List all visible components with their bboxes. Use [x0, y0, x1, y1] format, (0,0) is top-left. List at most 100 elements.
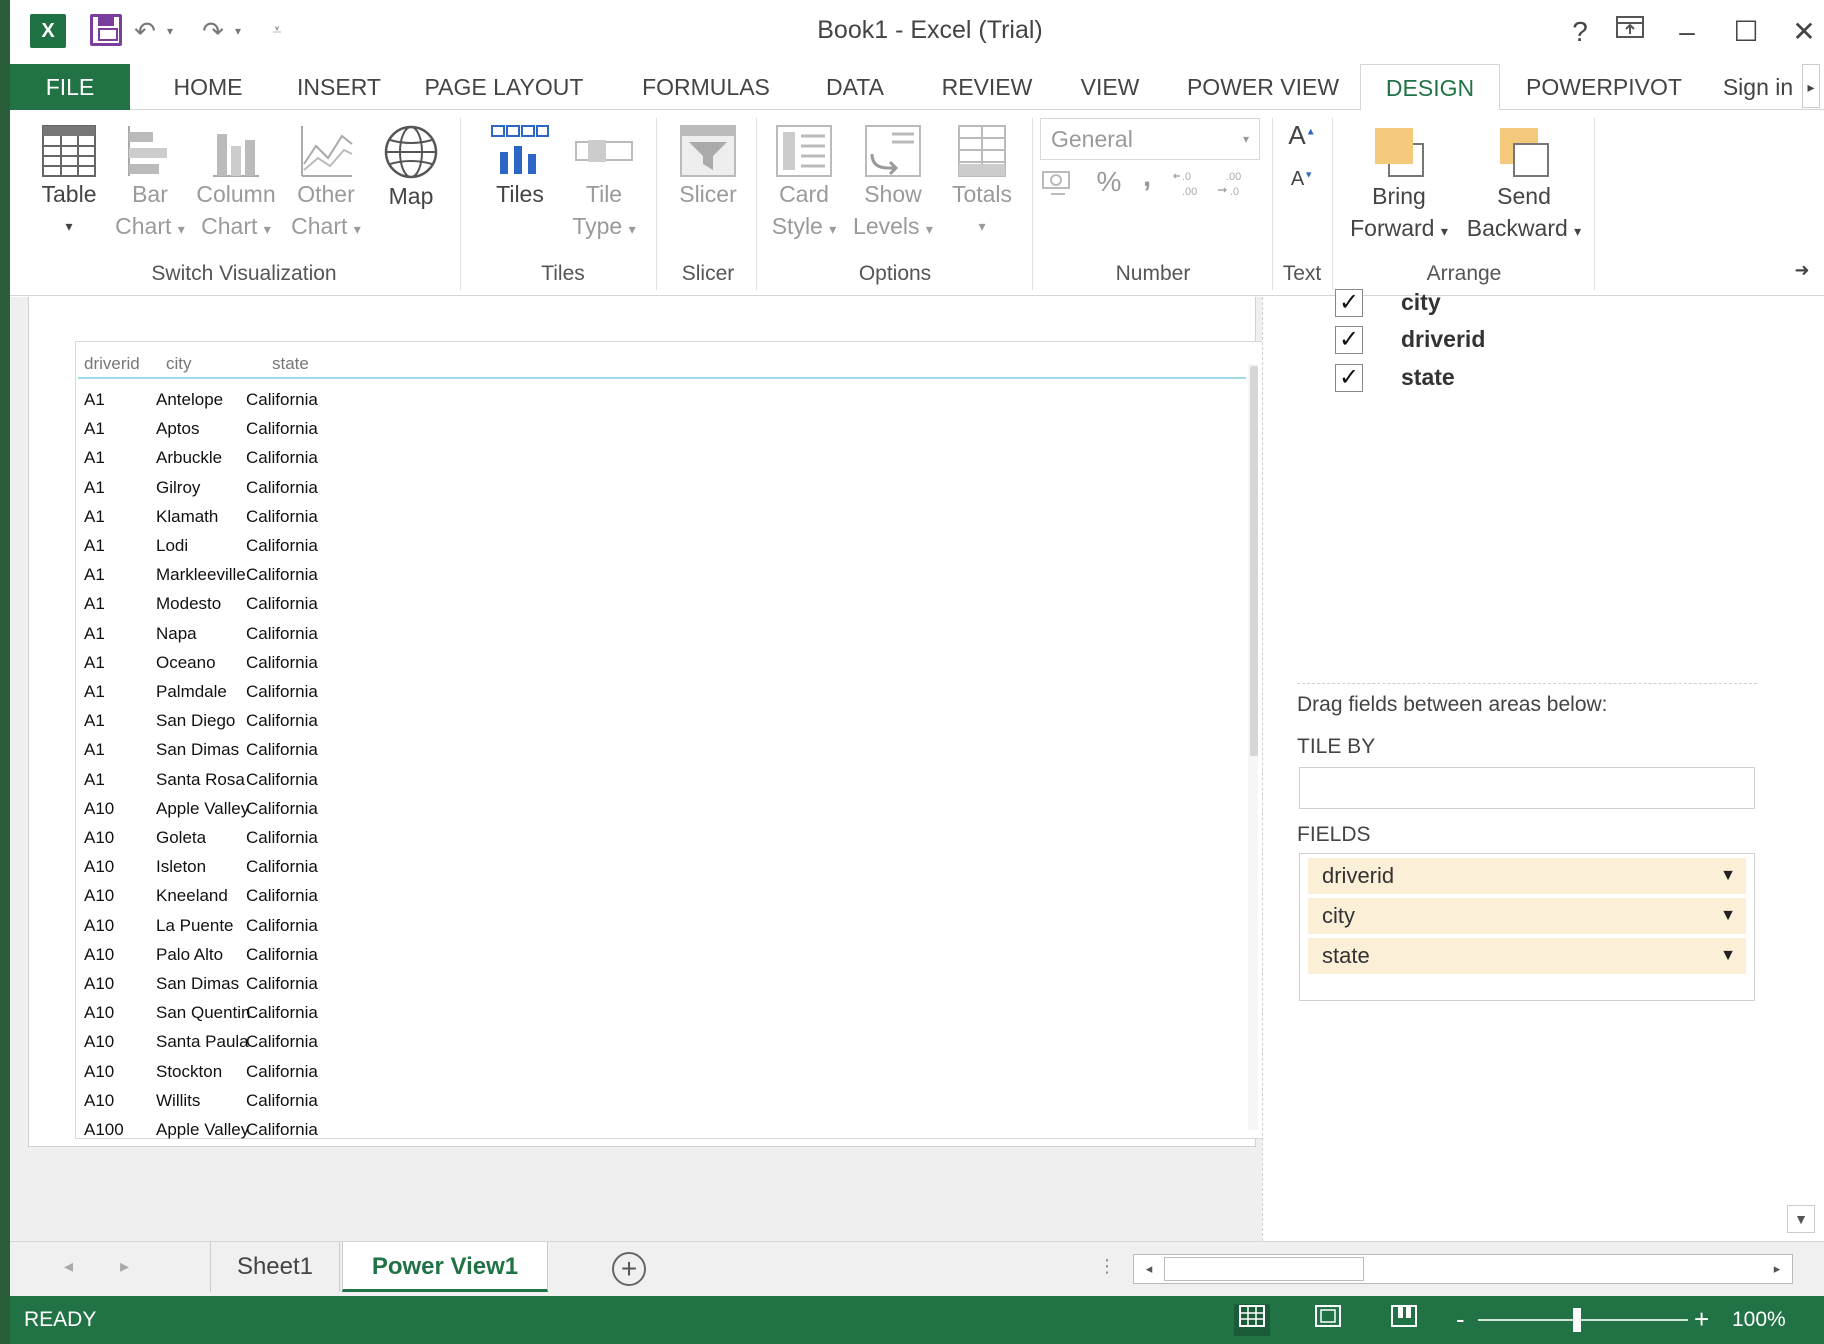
comma-button[interactable]: ,	[1134, 160, 1160, 194]
table-cell-city[interactable]: Stockton	[156, 1062, 222, 1082]
checkbox-checked-icon[interactable]: ✓	[1335, 364, 1363, 392]
table-cell-driverid[interactable]: A10	[84, 886, 114, 906]
horizontal-scrollbar[interactable]: ◂ ▸	[1133, 1254, 1793, 1284]
help-button[interactable]: ?	[1558, 14, 1602, 50]
dropdown-arrow-icon[interactable]: ▼	[1720, 898, 1736, 934]
table-cell-city[interactable]: Palo Alto	[156, 945, 223, 965]
totals-button[interactable]: Totals ▾	[940, 124, 1024, 242]
table-cell-driverid[interactable]: A1	[84, 624, 105, 644]
table-cell-driverid[interactable]: A10	[84, 1091, 114, 1111]
zoom-slider-thumb[interactable]	[1573, 1308, 1581, 1332]
pane-scroll-down-icon[interactable]: ▼	[1787, 1205, 1815, 1233]
zoom-out-button[interactable]: -	[1456, 1304, 1465, 1335]
table-cell-state[interactable]: California	[246, 974, 318, 994]
table-cell-driverid[interactable]: A1	[84, 536, 105, 556]
minimize-button[interactable]: –	[1665, 14, 1709, 50]
scroll-sheets-left-icon[interactable]: ◂	[64, 1256, 73, 1277]
table-cell-state[interactable]: California	[246, 828, 318, 848]
undo-dropdown-icon[interactable]: ▾	[160, 14, 180, 48]
table-cell-driverid[interactable]: A10	[84, 974, 114, 994]
zoom-in-button[interactable]: +	[1694, 1304, 1709, 1335]
table-cell-city[interactable]: La Puente	[156, 916, 234, 936]
table-cell-city[interactable]: San Quentin	[156, 1003, 251, 1023]
table-cell-driverid[interactable]: A1	[84, 507, 105, 527]
table-cell-state[interactable]: California	[246, 507, 318, 527]
table-cell-city[interactable]: Oceano	[156, 653, 216, 673]
card-style-button[interactable]: Card Style ▾	[762, 124, 846, 245]
table-cell-state[interactable]: California	[246, 886, 318, 906]
table-cell-driverid[interactable]: A1	[84, 478, 105, 498]
table-cell-state[interactable]: California	[246, 711, 318, 731]
add-sheet-button[interactable]: +	[612, 1252, 646, 1286]
table-cell-state[interactable]: California	[246, 1120, 318, 1140]
table-cell-driverid[interactable]: A1	[84, 682, 105, 702]
redo-dropdown-icon[interactable]: ▾	[228, 14, 248, 48]
table-cell-city[interactable]: Apple Valley	[156, 799, 249, 819]
tab-review[interactable]: REVIEW	[930, 64, 1044, 110]
table-cell-city[interactable]: Napa	[156, 624, 197, 644]
scroll-right-icon[interactable]: ▸	[1764, 1257, 1790, 1281]
table-cell-driverid[interactable]: A10	[84, 916, 114, 936]
column-header-city[interactable]: city	[166, 354, 192, 374]
tab-split-handle-icon[interactable]: ⋮	[1098, 1256, 1116, 1277]
table-cell-driverid[interactable]: A1	[84, 740, 105, 760]
table-cell-state[interactable]: California	[246, 1032, 318, 1052]
table-cell-driverid[interactable]: A1	[84, 565, 105, 585]
close-button[interactable]: ✕	[1782, 14, 1824, 50]
table-cell-city[interactable]: Goleta	[156, 828, 206, 848]
table-cell-driverid[interactable]: A1	[84, 594, 105, 614]
table-cell-city[interactable]: San Diego	[156, 711, 235, 731]
undo-icon[interactable]: ↶	[128, 14, 162, 48]
table-cell-driverid[interactable]: A1	[84, 448, 105, 468]
tab-data[interactable]: DATA	[810, 64, 900, 110]
column-header-state[interactable]: state	[272, 354, 309, 374]
horizontal-scrollbar-thumb[interactable]	[1164, 1257, 1364, 1281]
table-button[interactable]: Table ▾	[24, 124, 114, 242]
table-cell-city[interactable]: Modesto	[156, 594, 221, 614]
table-cell-state[interactable]: California	[246, 857, 318, 877]
tile-by-drop-zone[interactable]	[1299, 767, 1755, 809]
tab-insert[interactable]: INSERT	[280, 64, 398, 110]
table-cell-city[interactable]: Santa Paula	[156, 1032, 249, 1052]
checkbox-checked-icon[interactable]: ✓	[1335, 289, 1363, 317]
table-cell-city[interactable]: Klamath	[156, 507, 218, 527]
send-backward-button[interactable]: Send Backward ▾	[1456, 124, 1592, 247]
page-layout-view-button[interactable]	[1310, 1304, 1346, 1336]
table-cell-state[interactable]: California	[246, 945, 318, 965]
table-cell-state[interactable]: California	[246, 799, 318, 819]
table-cell-driverid[interactable]: A10	[84, 857, 114, 877]
tab-home[interactable]: HOME	[150, 64, 266, 110]
table-scrollbar-thumb[interactable]	[1250, 366, 1258, 756]
tab-file[interactable]: FILE	[10, 64, 130, 110]
tab-formulas[interactable]: FORMULAS	[626, 64, 786, 110]
table-cell-driverid[interactable]: A10	[84, 1032, 114, 1052]
sheet-tab-power-view1[interactable]: Power View1	[342, 1242, 548, 1292]
tab-scroll-right-icon[interactable]: ▸	[1802, 64, 1820, 108]
checkbox-checked-icon[interactable]: ✓	[1335, 326, 1363, 354]
table-cell-city[interactable]: Aptos	[156, 419, 199, 439]
table-cell-driverid[interactable]: A10	[84, 945, 114, 965]
slicer-button[interactable]: Slicer	[666, 124, 750, 210]
tab-page-layout[interactable]: PAGE LAYOUT	[414, 64, 594, 110]
currency-format-button[interactable]	[1038, 168, 1078, 204]
table-cell-state[interactable]: California	[246, 536, 318, 556]
map-button[interactable]: Map	[374, 124, 448, 212]
table-cell-city[interactable]: San Dimas	[156, 974, 239, 994]
table-cell-state[interactable]: California	[246, 682, 318, 702]
field-chip-driverid[interactable]: driverid ▼	[1308, 858, 1746, 894]
table-cell-city[interactable]: Willits	[156, 1091, 200, 1111]
tile-type-button[interactable]: Tile Type ▾	[562, 124, 646, 245]
decrease-decimal-button[interactable]: .00.0	[1214, 168, 1254, 204]
table-cell-city[interactable]: San Dimas	[156, 740, 239, 760]
bar-chart-button[interactable]: Bar Chart ▾	[110, 124, 190, 245]
decrease-font-size-button[interactable]: A▼	[1280, 168, 1324, 191]
scroll-left-icon[interactable]: ◂	[1136, 1257, 1162, 1281]
table-cell-city[interactable]: Kneeland	[156, 886, 228, 906]
fields-drop-zone[interactable]: driverid ▼ city ▼ state ▼	[1299, 853, 1755, 1001]
table-cell-city[interactable]: Lodi	[156, 536, 188, 556]
table-cell-driverid[interactable]: A1	[84, 711, 105, 731]
table-cell-state[interactable]: California	[246, 770, 318, 790]
zoom-level[interactable]: 100%	[1732, 1308, 1786, 1332]
table-cell-driverid[interactable]: A1	[84, 770, 105, 790]
table-cell-driverid[interactable]: A100	[84, 1120, 124, 1140]
